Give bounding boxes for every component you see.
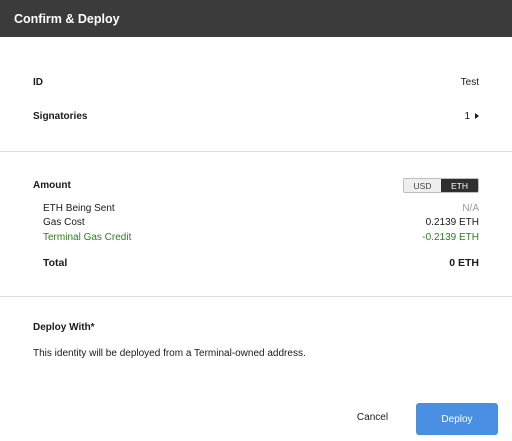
deploy-with-label: Deploy With* [33, 322, 95, 333]
dialog-title: Confirm & Deploy [14, 11, 120, 26]
caret-right-icon[interactable] [475, 113, 479, 120]
id-value: Test [460, 77, 479, 88]
gas-cost-value: 0.2139 ETH [425, 217, 479, 228]
divider [0, 151, 512, 152]
gas-credit-label: Terminal Gas Credit [43, 232, 132, 243]
deploy-button[interactable]: Deploy [416, 403, 498, 435]
deploy-description-row: This identity will be deployed from a Te… [33, 348, 479, 359]
id-row: ID Test [33, 77, 479, 88]
amount-label: Amount [33, 180, 71, 191]
total-value: 0 ETH [449, 257, 479, 269]
divider [0, 296, 512, 297]
signatories-row[interactable]: Signatories 1 [33, 111, 479, 122]
currency-option-eth[interactable]: ETH [441, 179, 478, 192]
signatories-count[interactable]: 1 [464, 111, 479, 122]
cancel-button[interactable]: Cancel [345, 400, 400, 434]
gas-credit-row: Terminal Gas Credit -0.2139 ETH [43, 232, 479, 243]
signatories-value: 1 [464, 111, 470, 122]
deploy-with-row: Deploy With* [33, 322, 479, 333]
deploy-description: This identity will be deployed from a Te… [33, 348, 306, 359]
eth-sent-value: N/A [462, 203, 479, 214]
eth-sent-row: ETH Being Sent N/A [43, 203, 479, 214]
gas-cost-row: Gas Cost 0.2139 ETH [43, 217, 479, 228]
gas-credit-value: -0.2139 ETH [422, 232, 479, 243]
signatories-label: Signatories [33, 111, 88, 122]
currency-toggle[interactable]: USD ETH [403, 178, 479, 193]
dialog-header: Confirm & Deploy [0, 0, 512, 37]
total-label: Total [43, 257, 68, 269]
gas-cost-label: Gas Cost [43, 217, 85, 228]
amount-row: Amount USD ETH [33, 178, 479, 193]
total-row: Total 0 ETH [43, 257, 479, 269]
eth-sent-label: ETH Being Sent [43, 203, 115, 214]
id-label: ID [33, 77, 43, 88]
currency-option-usd[interactable]: USD [404, 179, 441, 192]
